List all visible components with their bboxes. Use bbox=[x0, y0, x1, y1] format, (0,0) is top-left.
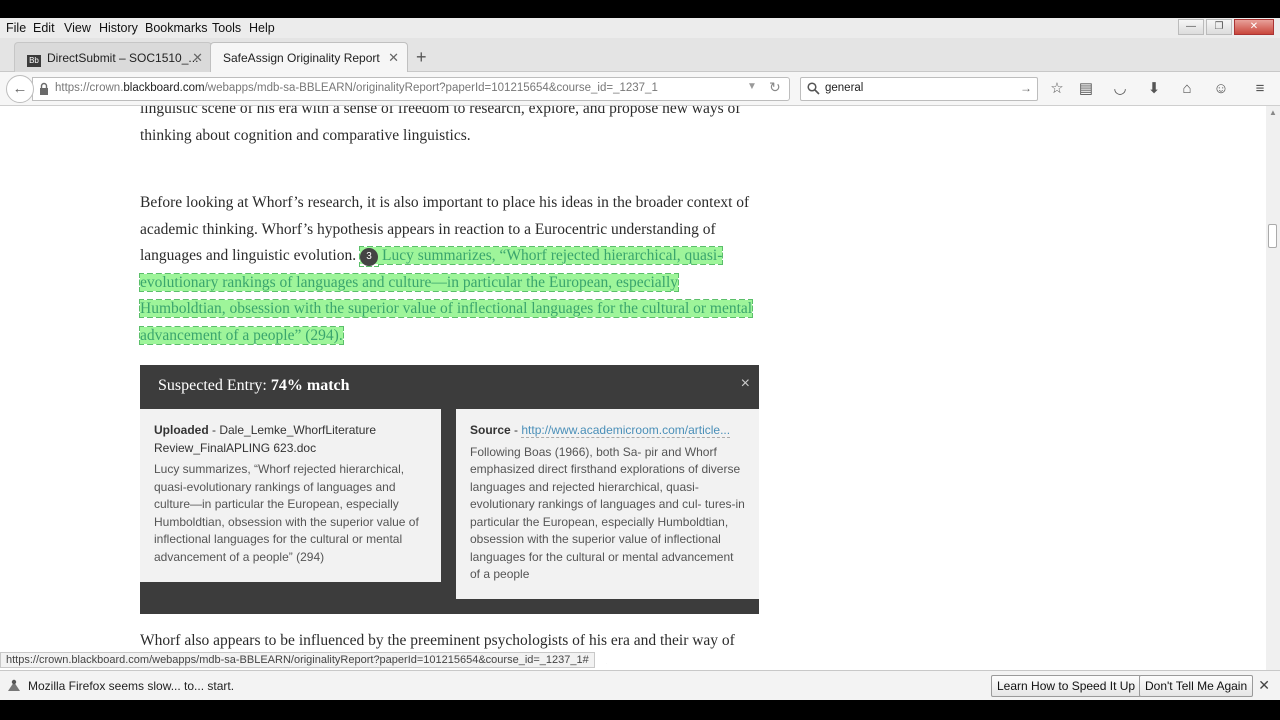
source-text: Following Boas (1966), both Sa- pir and … bbox=[470, 444, 745, 582]
close-window-button[interactable]: ✕ bbox=[1234, 19, 1274, 35]
menu-view[interactable]: View bbox=[64, 21, 91, 35]
pocket-icon[interactable]: ◡ bbox=[1111, 80, 1129, 98]
source-link[interactable]: http://www.academicroom.com/article... bbox=[521, 423, 731, 438]
uploaded-heading: Uploaded - Dale_Lemke_WhorfLiterature Re… bbox=[154, 423, 377, 455]
close-tab-icon[interactable]: ✕ bbox=[192, 43, 203, 73]
chevron-down-icon[interactable]: ▼ bbox=[747, 81, 757, 92]
dont-tell-again-button[interactable]: Don't Tell Me Again bbox=[1139, 675, 1254, 697]
hamburger-menu-icon[interactable]: ≡ bbox=[1251, 80, 1269, 98]
menu-bar: File Edit View History Bookmarks Tools H… bbox=[0, 18, 1280, 38]
paragraph-text: Before looking at Whorf’s research, it i… bbox=[138, 194, 754, 345]
tab-label: DirectSubmit – SOC1510_... bbox=[47, 51, 199, 65]
uploaded-text: Lucy summarizes, “Whorf rejected hierarc… bbox=[154, 462, 419, 564]
scroll-up-icon[interactable]: ▲ bbox=[1269, 108, 1277, 117]
tab-directsubmit[interactable]: Bb DirectSubmit – SOC1510_... ✕ bbox=[14, 42, 212, 72]
tab-safeassign[interactable]: SafeAssign Originality Report ✕ bbox=[210, 42, 408, 72]
new-tab-button[interactable]: + bbox=[416, 42, 427, 72]
navigation-bar: https://crown.blackboard.com/webapps/mdb… bbox=[0, 72, 1280, 106]
restore-button[interactable]: ❐ bbox=[1206, 19, 1232, 35]
url-text: https://crown.blackboard.com/webapps/mdb… bbox=[55, 82, 658, 94]
tab-bar: Bb DirectSubmit – SOC1510_... ✕ SafeAssig… bbox=[0, 38, 1280, 72]
download-icon[interactable]: ⬇ bbox=[1145, 80, 1163, 98]
match-panel-title: Suspected Entry: 74% match bbox=[158, 377, 350, 394]
reload-icon[interactable]: ↻ bbox=[769, 79, 781, 96]
chat-icon[interactable]: ☺ bbox=[1212, 80, 1230, 98]
close-tab-icon[interactable]: ✕ bbox=[388, 43, 399, 73]
speed-it-up-button[interactable]: Learn How to Speed It Up bbox=[991, 675, 1142, 697]
menu-help[interactable]: Help bbox=[249, 21, 275, 35]
browser-window: File Edit View History Bookmarks Tools H… bbox=[0, 18, 1280, 700]
menu-history[interactable]: History bbox=[99, 21, 138, 35]
notification-bar: Mozilla Firefox seems slow... to... star… bbox=[0, 670, 1280, 700]
arrow-right-icon[interactable]: → bbox=[1020, 81, 1032, 95]
tab-label: SafeAssign Originality Report bbox=[223, 51, 380, 65]
close-icon[interactable]: × bbox=[741, 375, 750, 393]
minimize-button[interactable]: — bbox=[1178, 19, 1204, 35]
vertical-scrollbar[interactable]: ▲ ▼ bbox=[1266, 106, 1280, 684]
menu-tools[interactable]: Tools bbox=[212, 21, 241, 35]
match-number-badge: 3 bbox=[359, 248, 378, 266]
notification-text: Mozilla Firefox seems slow... to... star… bbox=[28, 679, 235, 693]
source-heading: Source - http://www.academicroom.com/art… bbox=[470, 423, 731, 438]
menu-bookmarks[interactable]: Bookmarks bbox=[145, 21, 208, 35]
source-card: Source - http://www.academicroom.com/art… bbox=[456, 409, 759, 599]
window-controls: — ❐ ✕ bbox=[1178, 19, 1274, 35]
search-icon bbox=[807, 82, 820, 95]
search-input[interactable]: general bbox=[825, 82, 863, 94]
match-panel: Suspected Entry: 74% match × Uploaded - … bbox=[140, 365, 759, 614]
search-bar[interactable]: general → bbox=[800, 77, 1038, 101]
paragraph-text: linguistic scene of his era with a sense… bbox=[140, 106, 741, 144]
url-bar[interactable]: https://crown.blackboard.com/webapps/mdb… bbox=[32, 77, 790, 101]
menu-file[interactable]: File bbox=[6, 21, 26, 35]
back-button[interactable]: ← bbox=[6, 75, 34, 103]
arrow-left-icon: ← bbox=[12, 80, 28, 97]
uploaded-card: Uploaded - Dale_Lemke_WhorfLiterature Re… bbox=[140, 409, 441, 582]
slow-warning-icon bbox=[8, 679, 20, 691]
bookmark-star-icon[interactable]: ☆ bbox=[1048, 80, 1066, 98]
lock-icon bbox=[40, 82, 48, 95]
blackboard-favicon-icon: Bb bbox=[27, 55, 41, 67]
close-icon[interactable]: ✕ bbox=[1258, 677, 1270, 694]
reading-list-icon[interactable]: ▤ bbox=[1077, 80, 1095, 98]
menu-edit[interactable]: Edit bbox=[33, 21, 55, 35]
report-content: linguistic scene of his era with a sense… bbox=[0, 106, 1266, 664]
status-url: https://crown.blackboard.com/webapps/mdb… bbox=[0, 652, 595, 668]
match-percentage: 74% match bbox=[270, 377, 350, 394]
home-icon[interactable]: ⌂ bbox=[1178, 80, 1196, 98]
scrollbar-thumb[interactable] bbox=[1268, 224, 1277, 248]
